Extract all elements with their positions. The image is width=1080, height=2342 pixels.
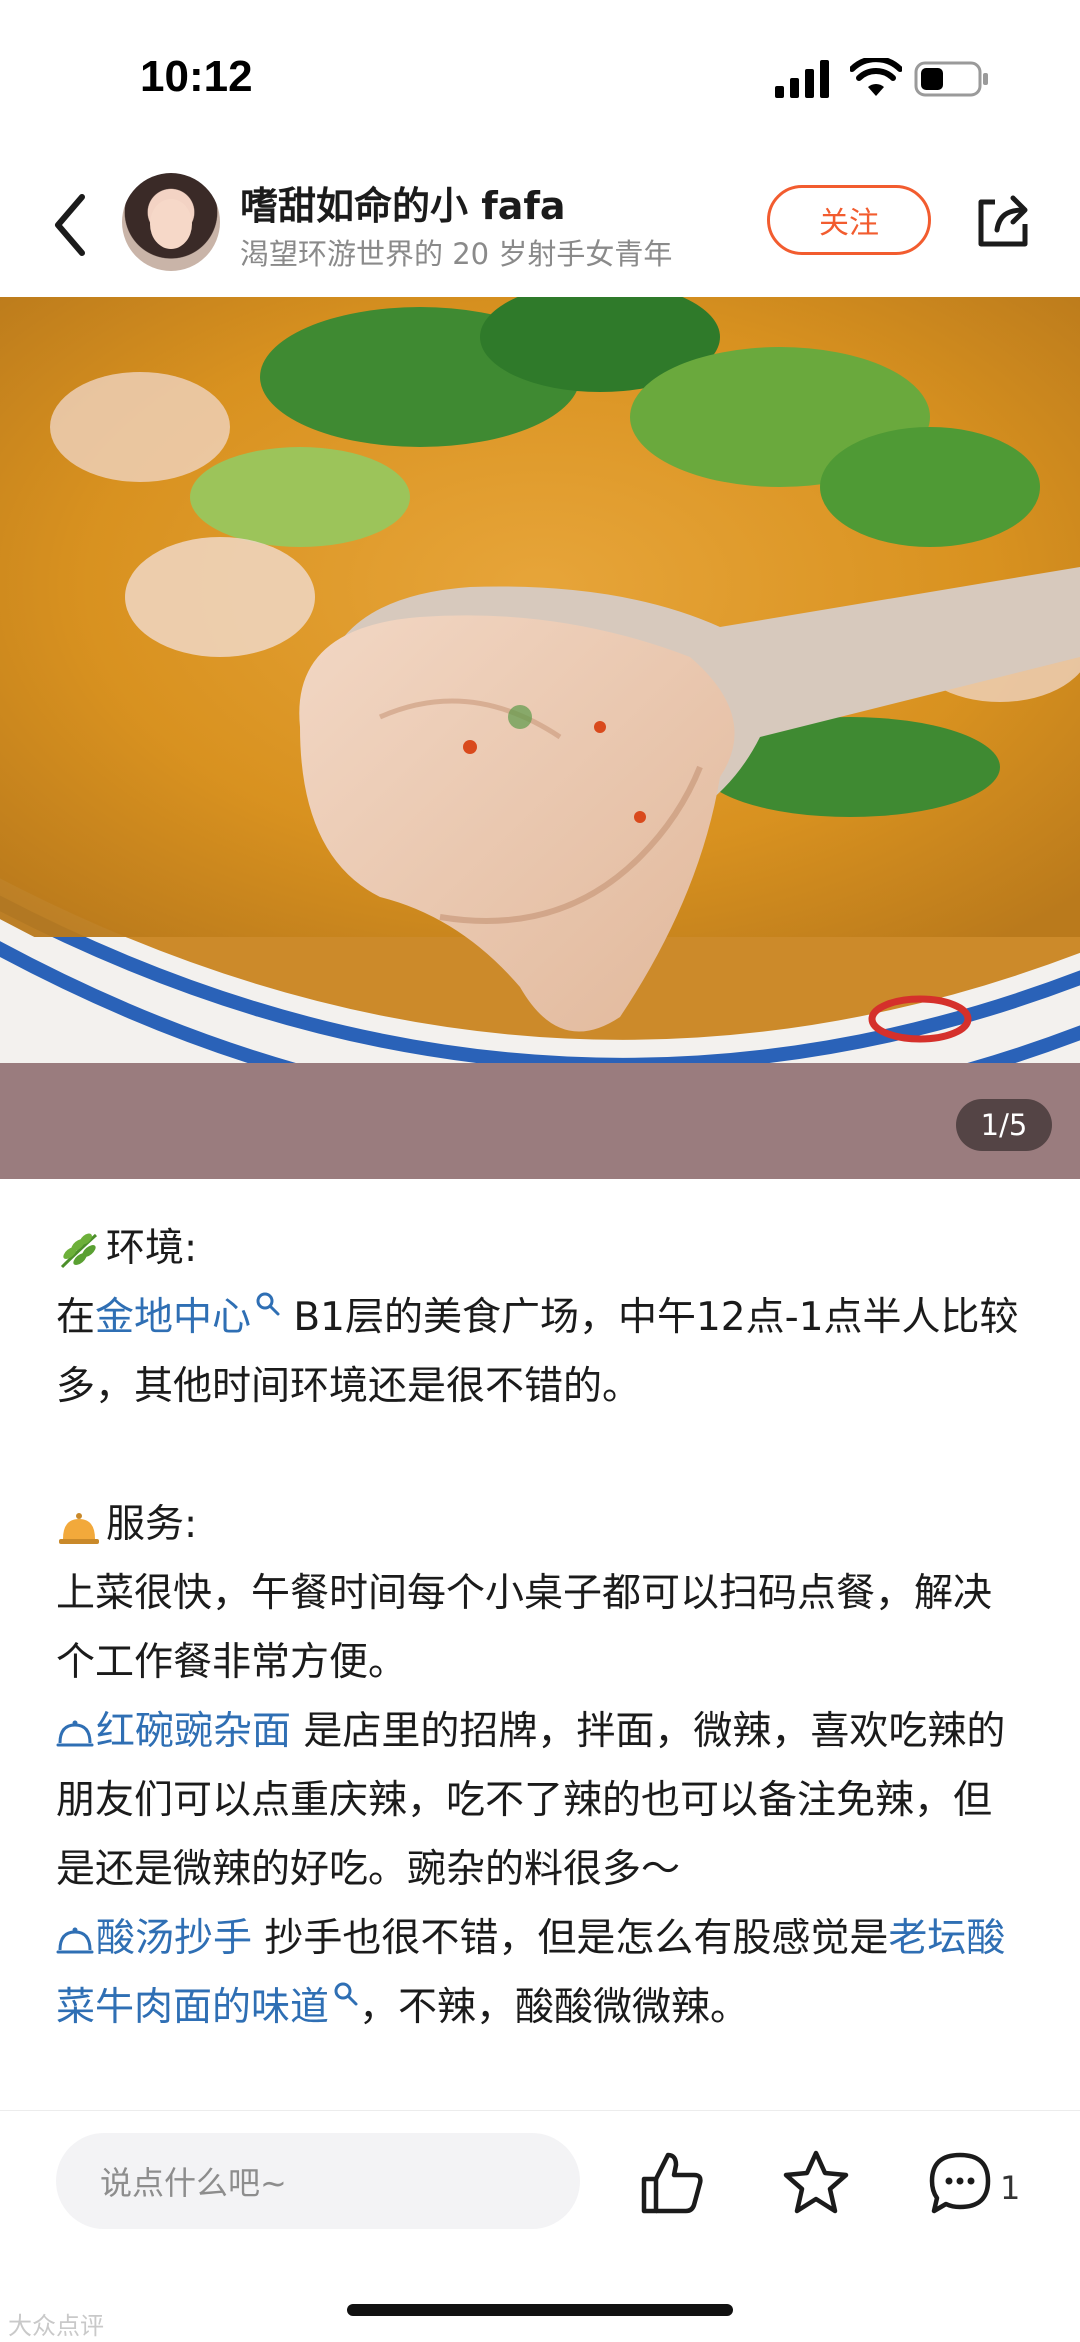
env-pre: 在	[56, 1295, 96, 1340]
env-heading-line: 环境:	[56, 1214, 1026, 1283]
dish2-tail: ，不辣，酸酸微微辣。	[359, 1985, 750, 2030]
comment-icon[interactable]	[924, 2147, 996, 2219]
follow-button[interactable]: 关注	[767, 185, 931, 255]
dish1-paragraph: 红碗豌杂面 是店里的招牌，拌面，微辣，喜欢吃辣的朋友们可以点重庆辣，吃不了辣的也…	[56, 1697, 1026, 1904]
service-heading-line: 服务:	[56, 1490, 1026, 1559]
dish-tag-icon	[56, 1720, 94, 1746]
dish2-paragraph: 酸汤抄手 抄手也很不错，但是怎么有股感觉是老坛酸菜牛肉面的味道 ，不辣，酸酸微微辣…	[56, 1904, 1026, 2042]
star-icon[interactable]	[780, 2147, 852, 2219]
env-heading: 环境:	[106, 1226, 198, 1271]
signal-icon	[775, 60, 829, 98]
wifi-icon	[850, 58, 902, 96]
service-heading: 服务:	[106, 1502, 198, 1547]
comment-count: 1	[1000, 2169, 1021, 2207]
chevron-left-icon	[55, 194, 85, 256]
image-counter: 1/5	[956, 1099, 1052, 1151]
like-icon[interactable]	[636, 2147, 708, 2219]
user-bio: 渴望环游世界的 20 岁射手女青年	[240, 237, 673, 271]
watermark: 大众点评	[8, 2312, 104, 2340]
search-icon[interactable]	[255, 1291, 281, 1317]
dish-link-suantang[interactable]: 酸汤抄手	[96, 1916, 252, 1961]
wonton-soup-photo	[0, 297, 1080, 1063]
photo-gallery[interactable]: 1/5	[0, 297, 1080, 1179]
home-indicator[interactable]	[347, 2304, 733, 2316]
battery-icon	[914, 61, 988, 97]
avatar-face	[150, 199, 192, 249]
comment-input[interactable]: 说点什么吧~	[56, 2133, 580, 2229]
env-paragraph: 在金地中心 B1层的美食广场，中午12点-1点半人比较多，其他时间环境还是很不错…	[56, 1283, 1026, 1421]
status-time: 10:12	[140, 52, 253, 101]
post-header: 嗜甜如命的小 fafa 渴望环游世界的 20 岁射手女青年 关注	[0, 165, 1080, 295]
status-bar: 10:12	[0, 0, 1080, 150]
share-icon	[978, 195, 1028, 247]
service-paragraph: 上菜很快，午餐时间每个小桌子都可以扫码点餐，解决个工作餐非常方便。	[56, 1571, 993, 1685]
service-bell-icon	[59, 1512, 99, 1544]
dish2-text: 抄手也很不错，但是怎么有股感觉是	[252, 1916, 889, 1961]
avatar[interactable]	[122, 173, 220, 271]
search-icon[interactable]	[333, 1981, 359, 2007]
post-content: 环境: 在金地中心 B1层的美食广场，中午12点-1点半人比较多，其他时间环境还…	[56, 1214, 1026, 2042]
dish-tag-icon	[56, 1927, 94, 1953]
user-name[interactable]: 嗜甜如命的小 fafa	[240, 175, 566, 230]
dish-link-hongwan[interactable]: 红碗豌杂面	[96, 1709, 291, 1754]
back-button[interactable]	[40, 185, 100, 265]
share-button[interactable]	[968, 185, 1038, 255]
herb-icon	[60, 1233, 98, 1268]
location-link[interactable]: 金地中心	[95, 1295, 251, 1340]
